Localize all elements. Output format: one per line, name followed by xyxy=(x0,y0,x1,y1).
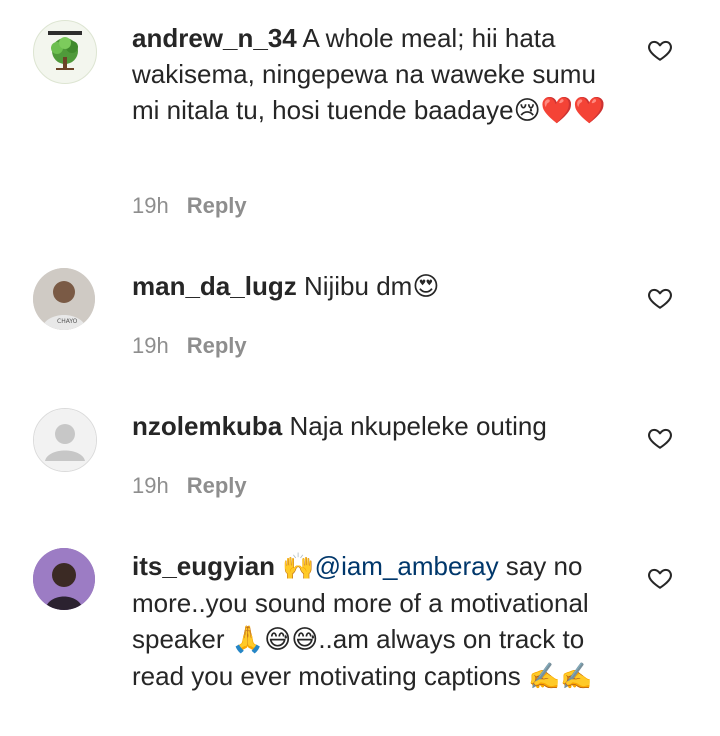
comment-username[interactable]: its_eugyian xyxy=(132,551,275,581)
user-photo-icon: CHAYO xyxy=(33,268,95,330)
comment-text: its_eugyian 🙌@iam_amberay say no more..y… xyxy=(132,548,612,695)
comment-meta: 19h Reply xyxy=(132,332,247,360)
like-heart-icon[interactable] xyxy=(647,565,673,591)
comment-text: nzolemkuba Naja nkupeleke outing xyxy=(132,408,612,444)
like-heart-icon[interactable] xyxy=(647,425,673,451)
reply-button[interactable]: Reply xyxy=(187,473,247,498)
comment-body: Naja nkupeleke outing xyxy=(289,411,547,441)
reply-button[interactable]: Reply xyxy=(187,333,247,358)
user-avatar[interactable] xyxy=(33,20,97,84)
like-heart-icon[interactable] xyxy=(647,37,673,63)
user-photo-icon xyxy=(33,548,95,610)
user-avatar[interactable] xyxy=(33,408,97,472)
reply-button[interactable]: Reply xyxy=(187,193,247,218)
tree-logo-icon xyxy=(48,31,82,70)
comment-username[interactable]: andrew_n_34 xyxy=(132,23,297,53)
comment-text: man_da_lugz Nijibu dm😍 xyxy=(132,268,612,305)
user-avatar[interactable]: CHAYO xyxy=(33,268,95,330)
comment-time: 19h xyxy=(132,473,169,498)
comment-meta: 19h Reply xyxy=(132,472,247,500)
comment-emoji-lead: 🙌 xyxy=(282,552,315,582)
comment-body: Nijibu dm xyxy=(303,271,413,301)
comment-emojis-end: ✍️✍️ xyxy=(528,662,593,692)
mention-link[interactable]: @iam_amberay xyxy=(315,551,499,581)
comment-username[interactable]: nzolemkuba xyxy=(132,411,282,441)
like-heart-icon[interactable] xyxy=(647,285,673,311)
default-avatar-icon xyxy=(34,409,96,471)
comment-meta: 19h Reply xyxy=(132,192,247,220)
comment-time: 19h xyxy=(132,333,169,358)
comment-username[interactable]: man_da_lugz xyxy=(132,271,297,301)
comment-text: andrew_n_34 A whole meal; hii hata wakis… xyxy=(132,20,612,129)
comment-time: 19h xyxy=(132,193,169,218)
comment-emojis: 🙏😅😅 xyxy=(231,625,319,655)
svg-text:CHAYO: CHAYO xyxy=(57,318,78,325)
user-avatar[interactable] xyxy=(33,548,95,610)
comment-emojis: 😢❤️❤️ xyxy=(513,96,606,126)
comment-emojis: 😍 xyxy=(412,272,440,302)
